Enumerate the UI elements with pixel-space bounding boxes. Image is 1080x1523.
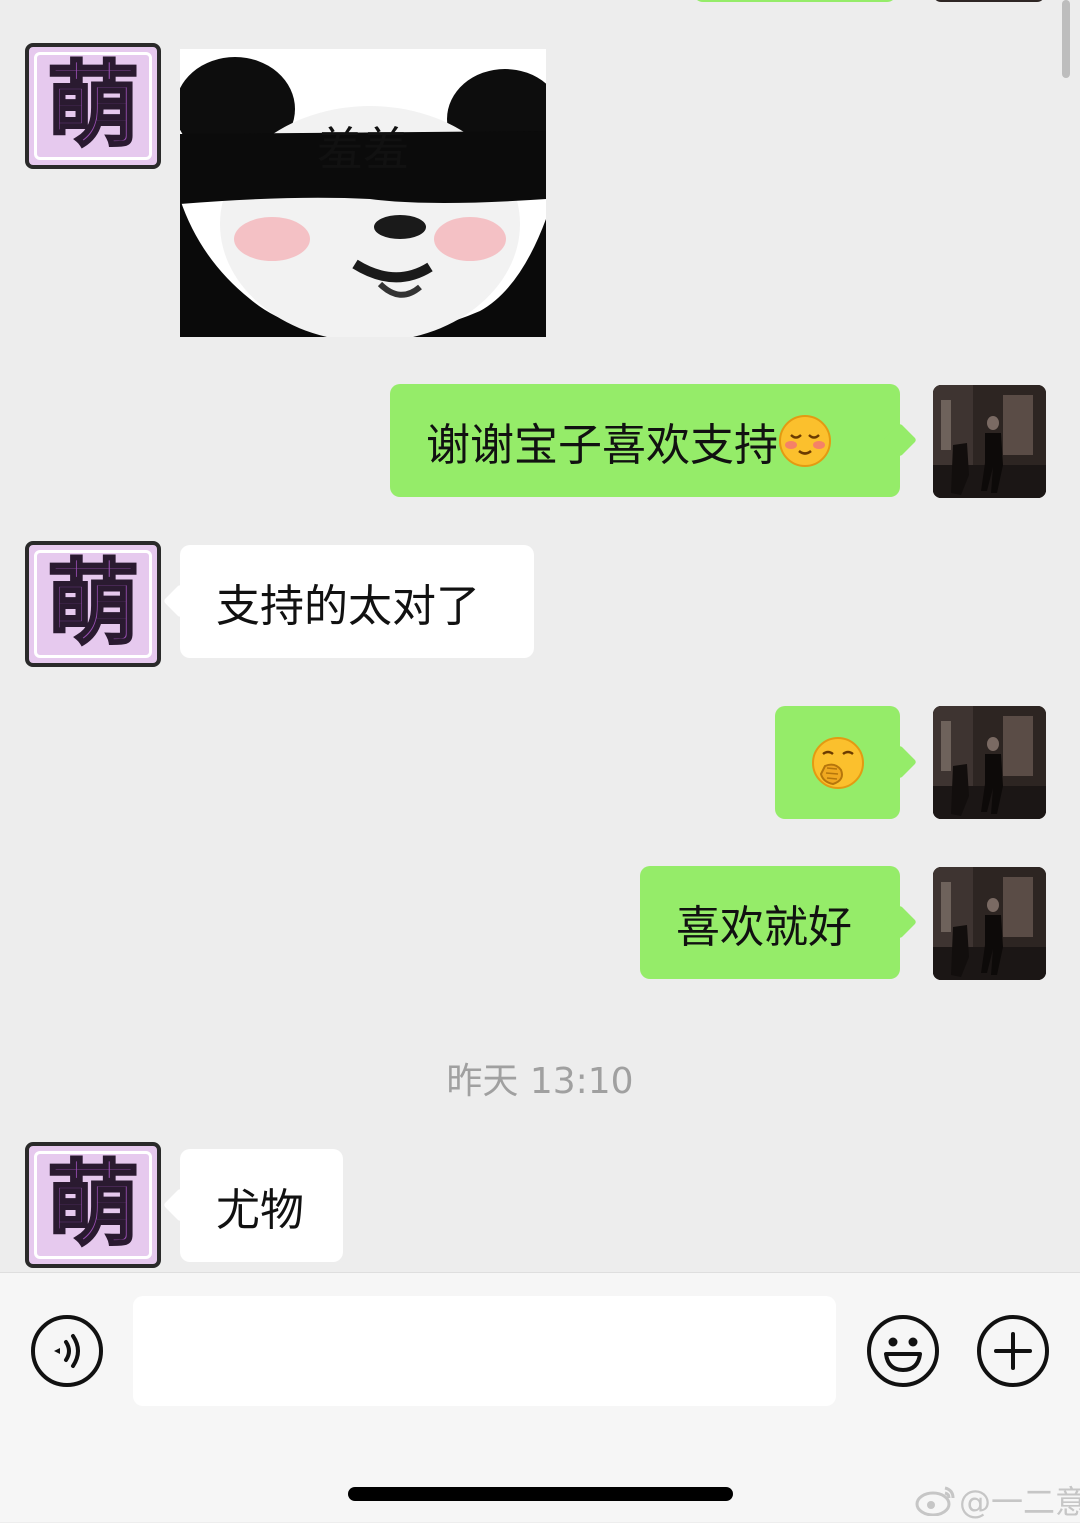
emoji-icon[interactable] — [866, 1314, 940, 1388]
chat-message-list[interactable]: 萌 羞羞 谢谢宝子喜欢支持 萌 支持的太对了 喜欢就好 昨天 13:10 萌 尤… — [0, 0, 1080, 1272]
face-with-hand-over-mouth-icon — [811, 736, 864, 789]
avatar-photo — [933, 706, 1046, 819]
blushing-smiling-face-icon — [779, 414, 831, 467]
partial-my-avatar — [933, 0, 1045, 2]
sent-message-bubble[interactable] — [775, 706, 900, 819]
voice-icon[interactable] — [30, 1314, 104, 1388]
partial-message-bubble — [693, 0, 897, 2]
chat-input-bar: @一二意 — [0, 1272, 1080, 1522]
avatar-photo — [933, 867, 1046, 980]
avatar-glyph: 萌 — [45, 1151, 140, 1258]
scrollbar[interactable] — [1062, 0, 1070, 78]
sticker-caption: 羞羞 — [317, 122, 409, 176]
weibo-watermark: @一二意 — [915, 1477, 1080, 1523]
my-avatar[interactable] — [933, 867, 1046, 980]
message-text: 支持的太对了 — [216, 580, 480, 632]
contact-avatar[interactable]: 萌 — [25, 1142, 161, 1268]
watermark-text: @一二意 — [959, 1483, 1080, 1521]
contact-avatar[interactable]: 萌 — [25, 541, 161, 667]
sticker-image[interactable]: 羞羞 — [180, 49, 546, 337]
message-timestamp: 昨天 13:10 — [446, 1061, 634, 1102]
my-avatar[interactable] — [933, 385, 1046, 498]
sent-message-bubble[interactable]: 喜欢就好 — [640, 866, 900, 979]
avatar-glyph: 萌 — [45, 52, 140, 159]
avatar-glyph: 萌 — [45, 550, 140, 657]
sent-message-bubble[interactable]: 谢谢宝子喜欢支持 — [390, 384, 900, 497]
plus-icon[interactable] — [976, 1314, 1050, 1388]
contact-avatar[interactable]: 萌 — [25, 43, 161, 169]
received-message-bubble[interactable]: 尤物 — [180, 1149, 343, 1262]
message-input[interactable] — [133, 1296, 836, 1406]
my-avatar[interactable] — [933, 706, 1046, 819]
message-text: 喜欢就好 — [676, 901, 852, 953]
panda-sticker-graphic — [180, 49, 546, 337]
message-text: 谢谢宝子喜欢支持 — [426, 419, 778, 471]
received-message-bubble[interactable]: 支持的太对了 — [180, 545, 534, 658]
weibo-icon — [915, 1486, 955, 1516]
home-indicator[interactable] — [348, 1487, 733, 1501]
avatar-photo — [933, 385, 1046, 498]
message-text: 尤物 — [216, 1184, 304, 1236]
